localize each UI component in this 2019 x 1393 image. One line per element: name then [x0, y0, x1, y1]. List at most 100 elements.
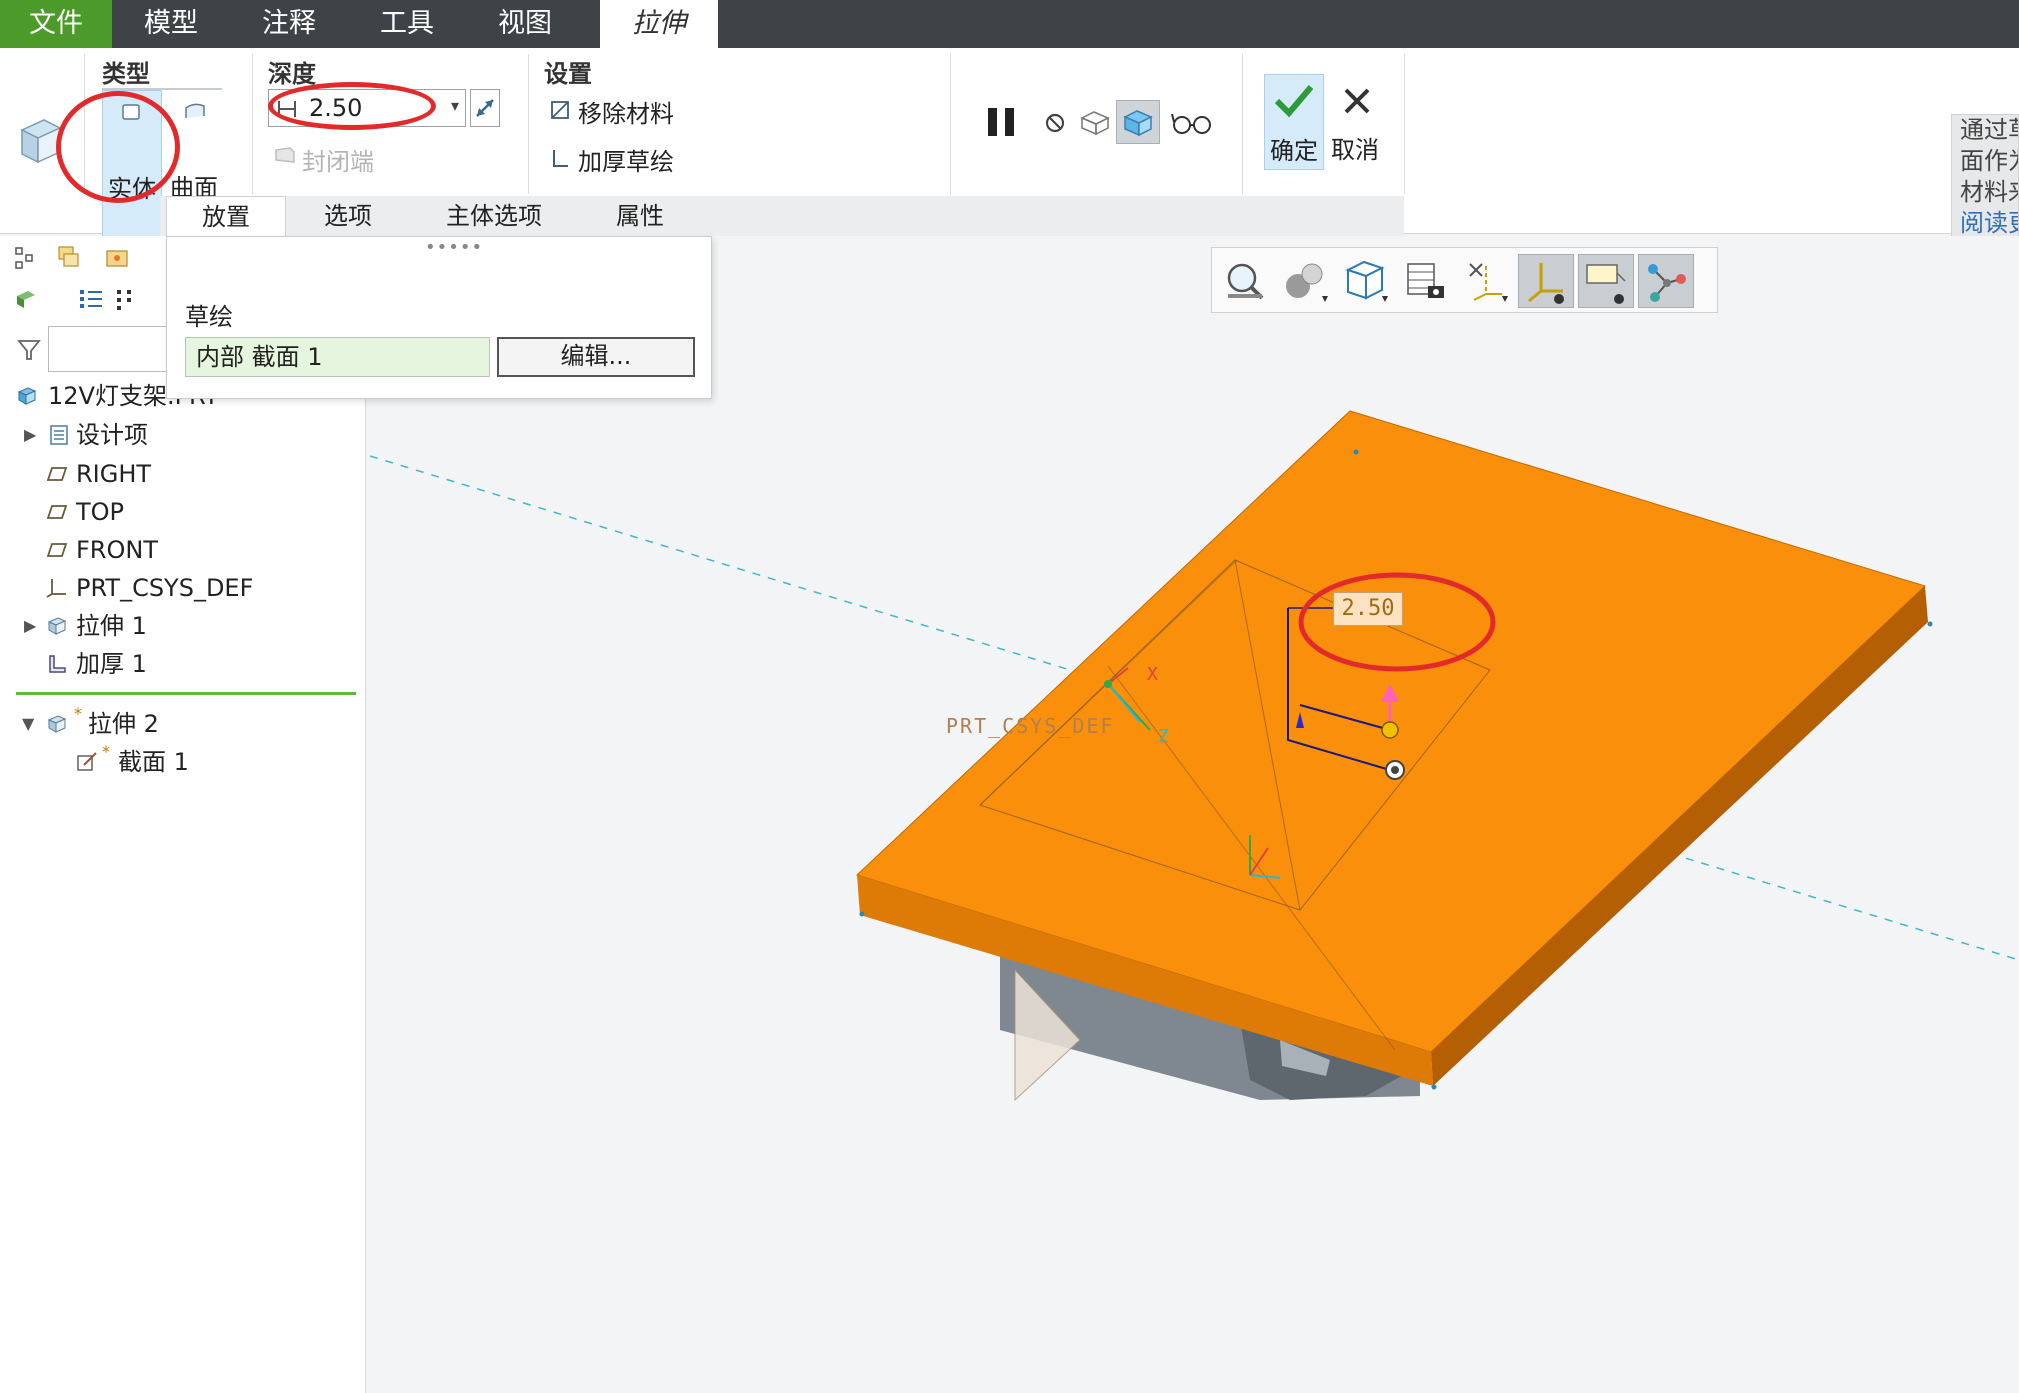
folder-browser-icon[interactable] [104, 244, 130, 270]
new-feature-marker: * [102, 742, 110, 761]
flip-depth-button[interactable] [470, 89, 500, 127]
verify-glasses-icon[interactable] [1170, 108, 1214, 138]
tree-item-label: 拉伸 2 [88, 710, 159, 738]
annotation-display-icon [1586, 264, 1626, 304]
checkmark-icon [1274, 85, 1314, 118]
menu-view[interactable]: 视图 [466, 0, 584, 48]
menu-annotate[interactable]: 注释 [230, 0, 348, 48]
zoom-button[interactable] [1278, 254, 1334, 308]
chevron-down-icon[interactable]: ▾ [451, 96, 459, 115]
help-tip-line-2: 面作为 [1960, 147, 2018, 175]
tab-body-options[interactable]: 主体选项 [410, 196, 578, 236]
mesh-preview-icon[interactable] [1078, 106, 1112, 138]
remove-material-label[interactable]: 移除材料 [578, 94, 674, 129]
menu-bar: 文件 模型 注释 工具 视图 拉伸 [0, 0, 2019, 48]
extrude-icon [47, 617, 67, 635]
capped-ends-label[interactable]: 封闭端 [302, 142, 374, 177]
coordinate-system-icon [46, 579, 66, 598]
datum-display-button[interactable] [1458, 254, 1514, 308]
display-style-icon[interactable] [14, 288, 38, 310]
help-tip-line-1: 通过草 [1960, 116, 2018, 144]
menu-file[interactable]: 文件 [0, 0, 112, 48]
sketch-icon [77, 752, 97, 771]
part-icon [17, 387, 37, 405]
menu-model[interactable]: 模型 [112, 0, 230, 48]
model-tree-icon[interactable] [14, 246, 36, 270]
thicken-icon [49, 655, 66, 673]
pause-icon[interactable] [984, 104, 1020, 140]
confirm-button[interactable]: 确定 [1264, 74, 1324, 170]
insert-here-line[interactable] [16, 692, 356, 695]
spin-center-button[interactable] [1638, 254, 1694, 308]
panel-grip-icon[interactable]: ••••• [425, 237, 483, 258]
cancel-label: 取消 [1331, 136, 1379, 164]
tab-properties[interactable]: 属性 [582, 196, 698, 236]
cancel-button[interactable]: 取消 [1328, 74, 1388, 170]
thicken-sketch-label[interactable]: 加厚草绘 [578, 142, 674, 177]
design-items-icon [50, 425, 68, 445]
graphics-window[interactable]: 2.50 PRT_CSYS_DEF Z X [367, 236, 2019, 1393]
datum-display-icon [1469, 263, 1508, 302]
model-viewport[interactable] [367, 236, 2019, 1393]
expand-caret-icon[interactable]: ▶ [24, 608, 36, 644]
zoom-in-icon [1286, 263, 1328, 302]
depth-dimension-label[interactable]: 2.50 [1333, 592, 1403, 626]
extrude-icon [47, 715, 67, 733]
type-group-title: 类型 [102, 60, 150, 88]
help-tip-link[interactable]: 阅读更 [1952, 208, 2018, 239]
display-style-button[interactable] [1338, 254, 1394, 308]
surface-icon [185, 103, 205, 118]
zoom-fit-icon [1227, 263, 1264, 300]
tree-item-label: PRT_CSYS_DEF [76, 574, 254, 602]
tab-options[interactable]: 选项 [290, 196, 406, 236]
tree-item-label: 设计项 [76, 421, 148, 449]
collapse-caret-icon[interactable]: ▼ [22, 706, 34, 742]
annotation-circle-depth [268, 82, 436, 130]
sketch-section-collector[interactable]: 内部 截面 1 [185, 337, 490, 377]
annotation-circle-solid [56, 91, 180, 203]
menu-extrude[interactable]: 拉伸 [600, 0, 718, 48]
saved-views-button[interactable] [1398, 254, 1454, 308]
new-feature-marker: * [74, 704, 82, 723]
filter-icon[interactable] [16, 338, 42, 362]
tree-item-label: RIGHT [76, 460, 152, 488]
shaded-cube-icon [1345, 260, 1388, 302]
csys-label: PRT_CSYS_DEF [946, 714, 1115, 738]
solid-preview-icon [1123, 110, 1153, 137]
capped-ends-icon [275, 147, 295, 163]
axis-z-label: Z [1158, 726, 1169, 747]
datum-plane-icon [46, 505, 68, 519]
tree-item-label: 加厚 1 [76, 650, 147, 678]
flip-direction-icon [476, 99, 494, 117]
layers-icon[interactable] [56, 244, 82, 270]
sketch-label: 草绘 [185, 303, 233, 331]
model-tree-panel: 12V灯支架.PRT ▶ 设计项 RIGHT TOP FRONT PRT_CSY… [0, 236, 366, 1393]
help-tip-line-3: 材料来 [1960, 178, 2018, 206]
menu-tools[interactable]: 工具 [348, 0, 466, 48]
refit-button[interactable] [1218, 254, 1274, 308]
tree-settings-icon[interactable] [78, 286, 104, 312]
thicken-sketch-icon [553, 150, 568, 167]
tree-item-label: TOP [76, 498, 125, 526]
view-toolbar [1211, 247, 1718, 313]
depth-drag-handle [1381, 721, 1399, 739]
app-window: 文件 模型 注释 工具 视图 拉伸 类型 实体 曲面 深度 2.50 ▾ 封闭端… [0, 0, 2019, 1393]
tab-placement[interactable]: 放置 [166, 196, 286, 236]
datum-plane-icon [46, 543, 68, 557]
geometry-preview-button[interactable] [1116, 100, 1160, 144]
axis-x-label: X [1147, 664, 1158, 685]
expand-caret-icon[interactable]: ▶ [24, 417, 36, 453]
edit-sketch-button[interactable]: 编辑... [497, 337, 695, 377]
tree-columns-icon[interactable] [114, 286, 136, 312]
confirm-label: 确定 [1270, 137, 1318, 165]
spin-center-icon [1648, 264, 1686, 302]
datum-plane-icon [46, 467, 68, 481]
annotation-display-button[interactable] [1578, 254, 1634, 308]
close-icon [1344, 88, 1370, 114]
csys-display-button[interactable] [1518, 254, 1574, 308]
depth-group-title: 深度 [268, 60, 316, 88]
tree-item-label: 拉伸 1 [76, 612, 147, 640]
no-preview-icon[interactable] [1042, 110, 1068, 136]
tree-filter-input[interactable] [48, 326, 168, 372]
csys-display-icon [1528, 263, 1564, 304]
